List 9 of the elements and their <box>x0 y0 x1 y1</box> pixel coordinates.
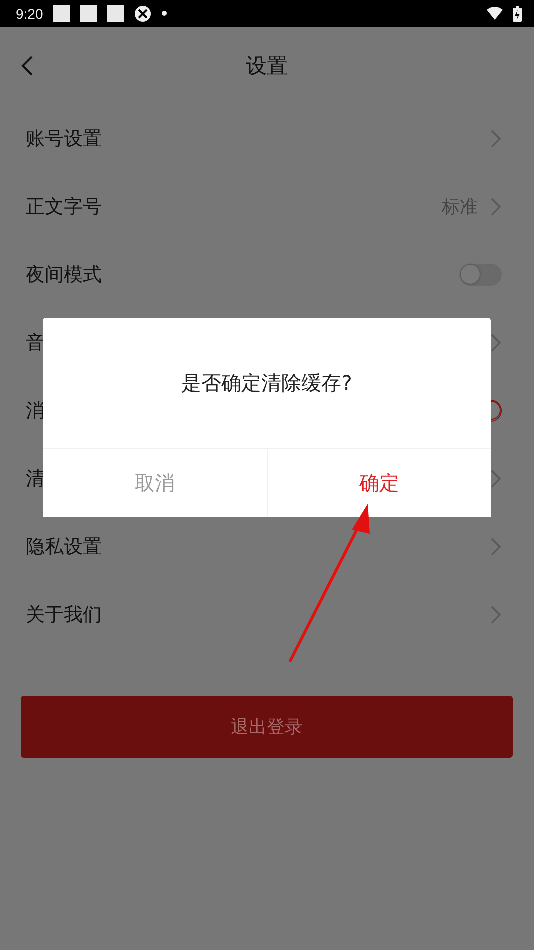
row-label: 隐私设置 <box>26 535 102 560</box>
row-label: 正文字号 <box>26 195 102 220</box>
row-label: 清 <box>26 467 45 492</box>
row-label: 关于我们 <box>26 603 102 628</box>
row-label: 音 <box>26 331 45 356</box>
status-time: 9:20 <box>16 6 44 22</box>
page-title: 设置 <box>246 53 288 80</box>
row-label: 夜间模式 <box>26 263 102 288</box>
row-label: 账号设置 <box>26 127 102 152</box>
